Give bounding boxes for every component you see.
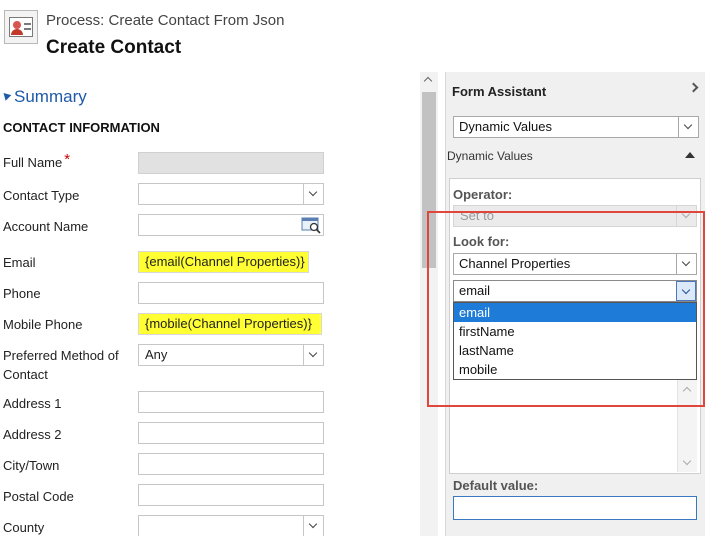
chevron-down-icon[interactable] [303, 345, 323, 365]
chevron-down-icon[interactable] [303, 516, 323, 536]
required-asterisk-icon: * [64, 151, 71, 168]
annotation-highlight-box [427, 211, 705, 407]
full-name-field[interactable] [138, 152, 324, 174]
address2-field[interactable] [138, 422, 324, 444]
assistant-mode-value: Dynamic Values [459, 119, 552, 134]
contact-type-label: Contact Type [3, 188, 80, 203]
email-label: Email [3, 255, 36, 270]
chevron-down-icon[interactable] [678, 117, 698, 137]
section-title: CONTACT INFORMATION [3, 120, 160, 135]
preferred-method-value: Any [145, 347, 168, 362]
contact-type-select[interactable] [138, 183, 324, 205]
mobile-phone-label: Mobile Phone [3, 317, 83, 332]
email-field[interactable]: {email(Channel Properties)} [138, 251, 309, 273]
dynamic-values-header[interactable]: Dynamic Values [447, 149, 533, 163]
account-name-label: Account Name [3, 219, 89, 234]
phone-field[interactable] [138, 282, 324, 304]
county-label: County [3, 520, 45, 535]
city-field[interactable] [138, 453, 324, 475]
city-label: City/Town [3, 458, 60, 473]
preferred-method-label: Preferred Method of Contact [3, 348, 119, 382]
mobile-phone-field[interactable]: {mobile(Channel Properties)} [138, 313, 322, 335]
preferred-method-select[interactable]: Any [138, 344, 324, 366]
default-value-label: Default value: [453, 478, 539, 493]
scroll-up-icon[interactable] [423, 76, 433, 86]
county-select[interactable] [138, 515, 324, 536]
collapse-caret-icon[interactable] [685, 152, 695, 158]
address1-label: Address 1 [3, 396, 62, 411]
account-name-lookup[interactable] [138, 214, 324, 236]
process-icon [4, 10, 38, 44]
chevron-down-icon[interactable] [303, 184, 323, 204]
address1-field[interactable] [138, 391, 324, 413]
lookup-icon[interactable] [300, 216, 322, 234]
default-value-input[interactable] [453, 496, 697, 520]
form-assistant-title: Form Assistant [452, 84, 547, 99]
postal-code-label: Postal Code [3, 489, 74, 504]
full-name-label: Full Name * [3, 151, 71, 170]
address2-label: Address 2 [3, 427, 62, 442]
phone-label: Phone [3, 286, 41, 301]
scroll-down-icon[interactable] [682, 456, 692, 466]
page-title: Create Contact [46, 37, 182, 58]
operator-label: Operator: [453, 187, 513, 202]
collapse-arrow-icon[interactable] [0, 90, 12, 101]
summary-section-toggle[interactable]: Summary [14, 87, 87, 107]
assistant-mode-select[interactable]: Dynamic Values [453, 116, 699, 138]
postal-code-field[interactable] [138, 484, 324, 506]
process-title: Process: Create Contact From Json [46, 12, 285, 29]
